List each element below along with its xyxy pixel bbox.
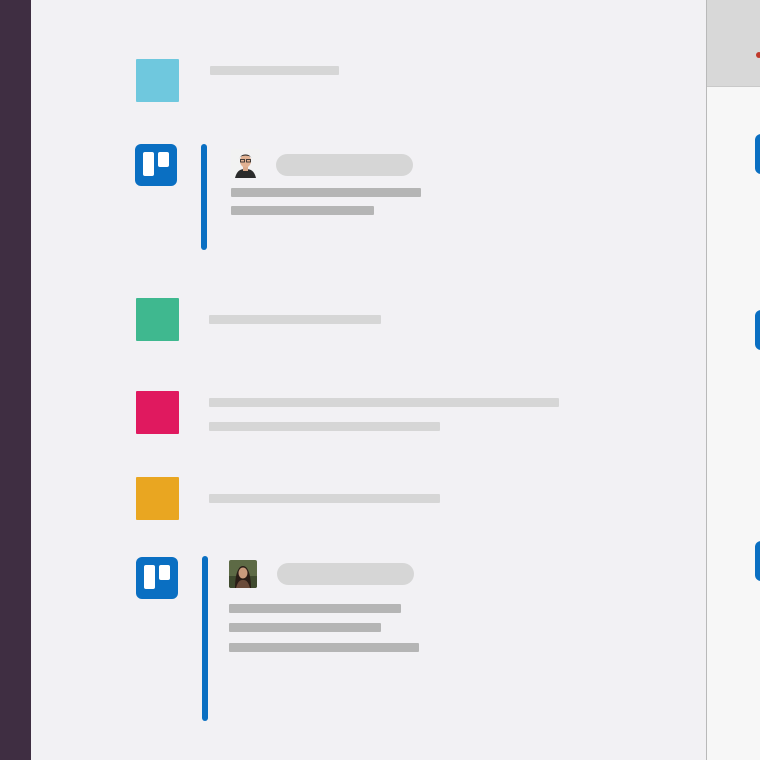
- channel-color-square-yellow: [136, 477, 179, 520]
- trello-icon[interactable]: [755, 134, 760, 174]
- trello-icon[interactable]: [755, 310, 760, 350]
- notification-indicator: [756, 52, 760, 58]
- user-avatar[interactable]: [231, 149, 260, 178]
- channel-color-square-pink: [136, 391, 179, 434]
- attachment-accent-line: [202, 556, 208, 721]
- user-name-placeholder: [277, 563, 414, 585]
- card-title-placeholder: [231, 188, 421, 197]
- trello-icon[interactable]: [135, 144, 177, 186]
- right-panel: [707, 0, 760, 760]
- user-name-placeholder: [276, 154, 413, 176]
- attachment-accent-line: [201, 144, 207, 250]
- message-text-placeholder: [209, 422, 440, 431]
- card-title-placeholder: [229, 604, 401, 613]
- card-description-placeholder: [229, 643, 419, 652]
- channel-color-square-cyan: [136, 59, 179, 102]
- trello-icon[interactable]: [136, 557, 178, 599]
- message-text-placeholder: [210, 66, 339, 75]
- card-description-placeholder: [229, 623, 381, 632]
- channel-color-square-green: [136, 298, 179, 341]
- card-description-placeholder: [231, 206, 374, 215]
- message-text-placeholder: [209, 315, 381, 324]
- message-text-placeholder: [209, 398, 559, 407]
- message-text-placeholder: [209, 494, 440, 503]
- user-avatar[interactable]: [229, 560, 257, 588]
- workspace-sidebar: [0, 0, 31, 760]
- right-panel-header: [707, 0, 760, 87]
- trello-icon[interactable]: [755, 541, 760, 581]
